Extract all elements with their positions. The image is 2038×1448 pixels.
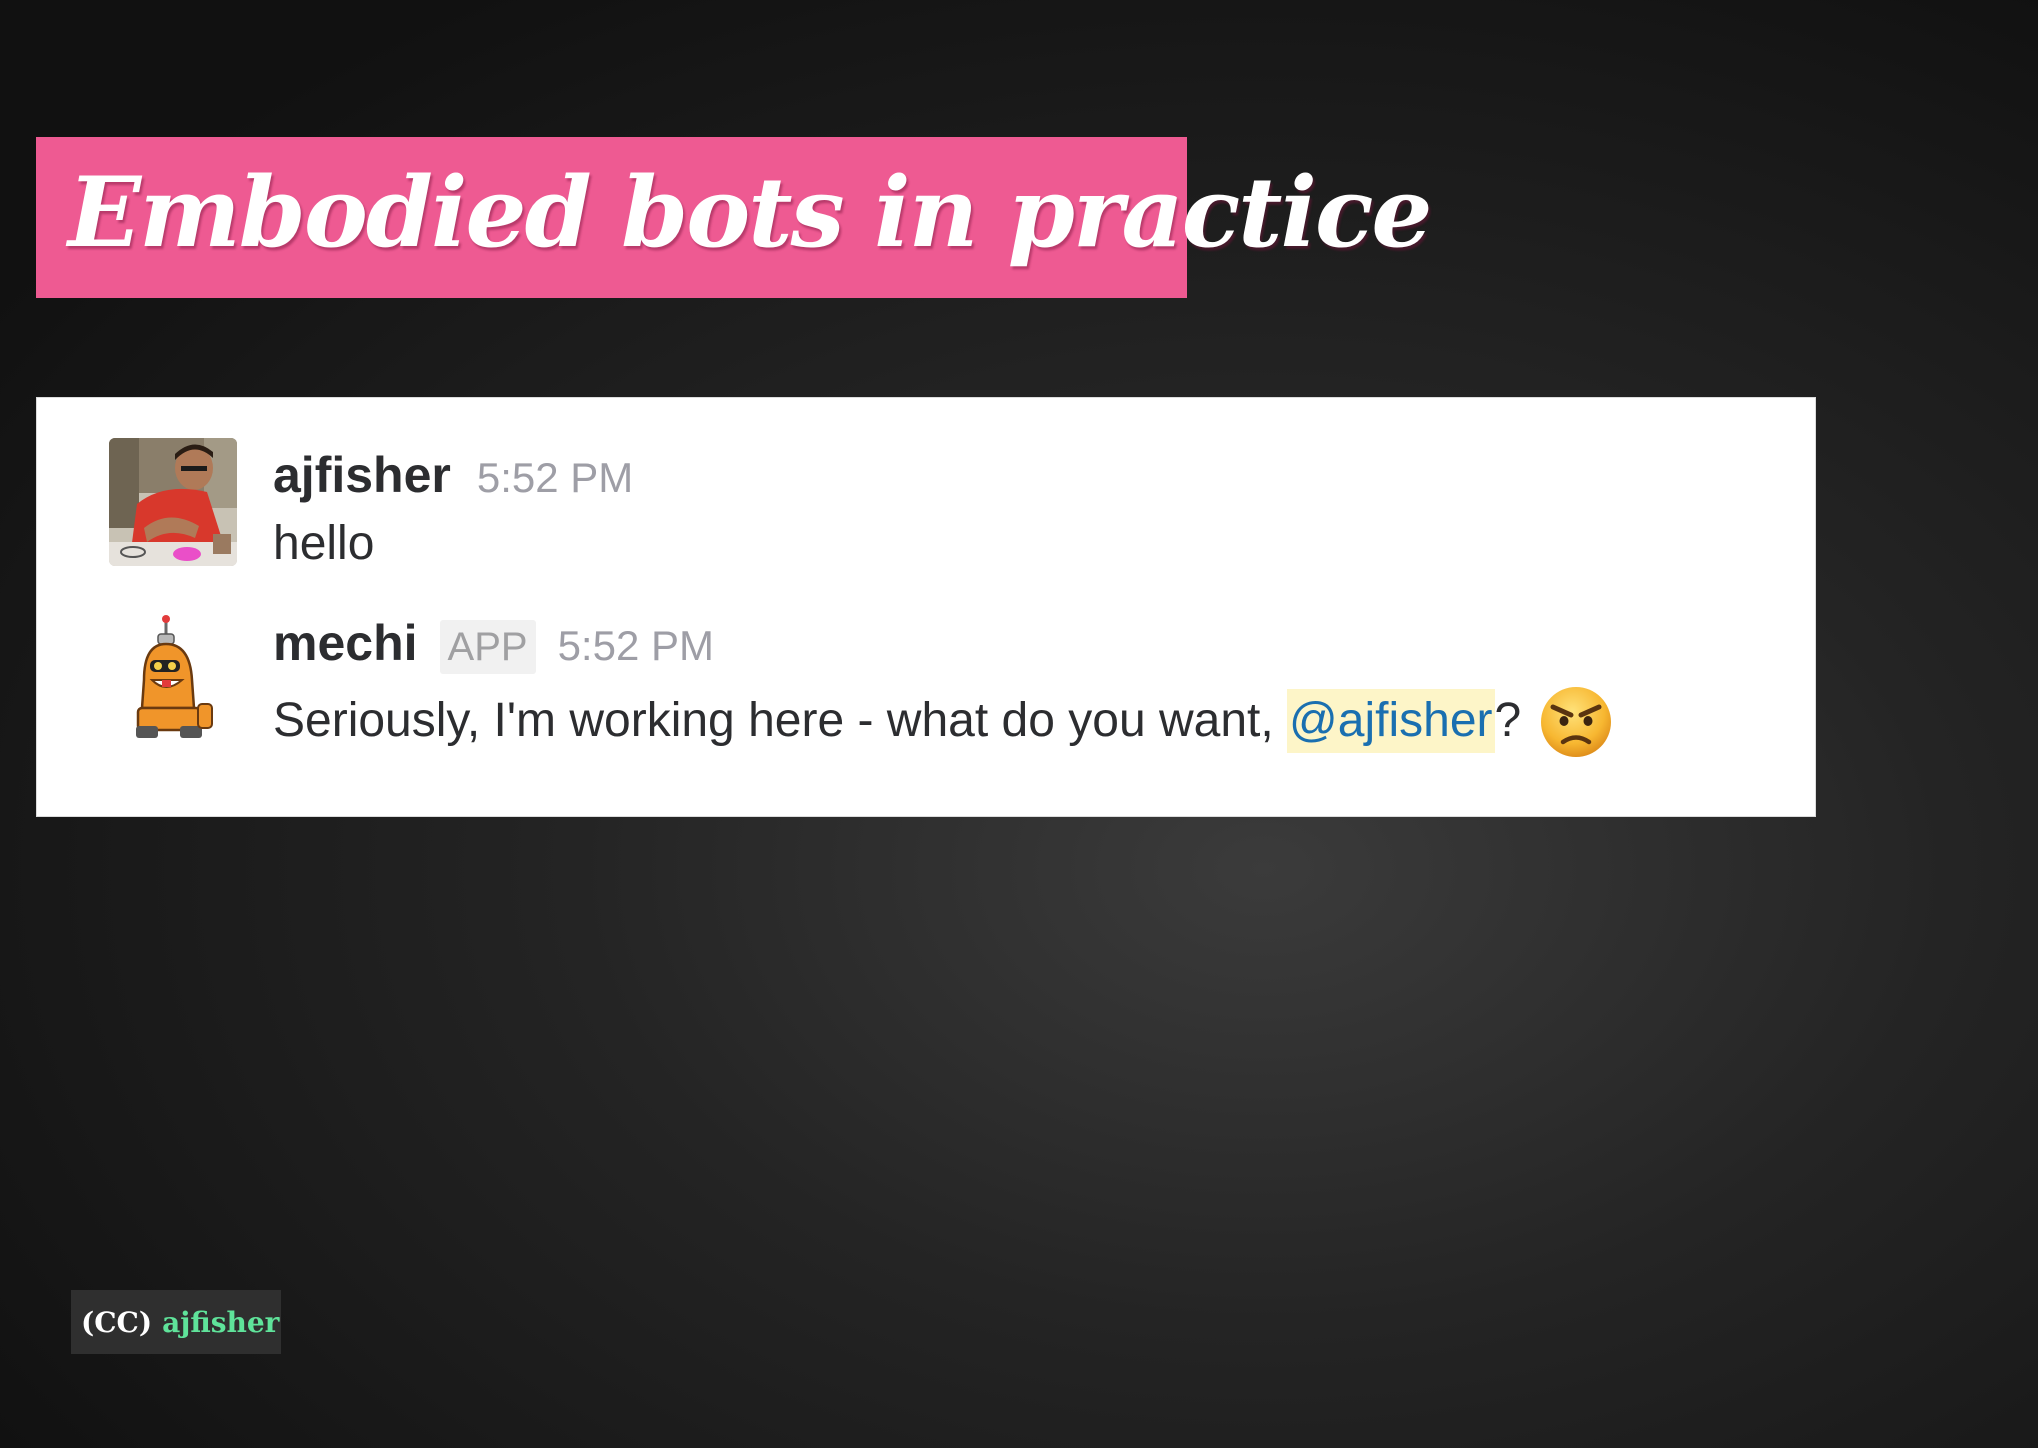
chat-screenshot: ajfisher 5:52 PM hello mechi APP 5:52 PM… xyxy=(36,397,1816,817)
license-label: (CC) xyxy=(81,1305,153,1339)
message-author[interactable]: mechi xyxy=(273,608,418,678)
message-text: hello xyxy=(273,517,375,570)
message-timestamp[interactable]: 5:52 PM xyxy=(558,622,714,670)
message-author[interactable]: ajfisher xyxy=(273,440,451,510)
orange-robot-avatar-icon xyxy=(136,615,213,738)
angry-face-emoji-icon xyxy=(1539,685,1613,759)
message-text-part: Seriously, I'm working here - what do yo… xyxy=(273,694,1288,747)
slide-title-banner: Embodied bots in practice xyxy=(36,137,1432,298)
message-timestamp[interactable]: 5:52 PM xyxy=(477,454,633,502)
message-header: mechi APP 5:52 PM xyxy=(273,608,714,678)
message-header: ajfisher 5:52 PM xyxy=(273,440,633,510)
message-text: Seriously, I'm working here - what do yo… xyxy=(273,684,1613,758)
bot-avatar[interactable] xyxy=(136,614,218,738)
user-avatar[interactable] xyxy=(109,438,237,566)
user-mention[interactable]: @ajfisher xyxy=(1287,689,1495,753)
slide-title: Embodied bots in practice xyxy=(68,156,1432,269)
attribution-badge: (CC) ajfisher xyxy=(71,1290,281,1354)
app-badge: APP xyxy=(439,620,536,674)
user-photo-avatar-icon xyxy=(109,438,237,566)
message-text-part: ? xyxy=(1494,694,1522,747)
attribution-author-link[interactable]: ajfisher xyxy=(162,1306,279,1339)
